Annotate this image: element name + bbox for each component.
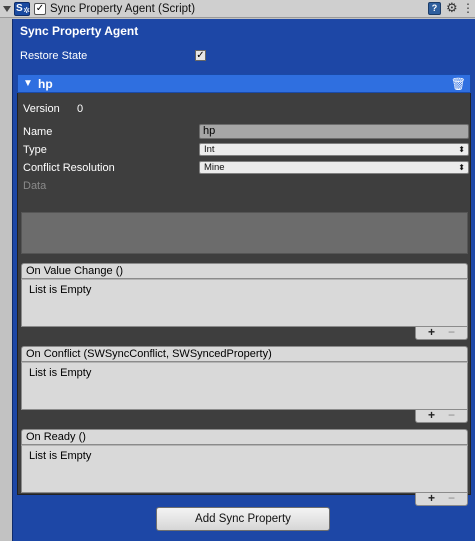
remove-listener-button[interactable]: − (448, 325, 455, 339)
dropdown-arrows-icon: ⬍ (458, 145, 465, 154)
event-list: List is Empty (21, 445, 468, 493)
version-label: Version (23, 103, 60, 115)
conflict-resolution-value: Mine (204, 162, 225, 173)
help-icon[interactable]: ? (428, 2, 441, 15)
on-conflict-event: On Conflict (SWSyncConflict, SWSyncedPro… (21, 346, 468, 423)
name-label: Name (23, 126, 53, 138)
data-field[interactable] (21, 212, 468, 254)
remove-listener-button[interactable]: − (448, 408, 455, 422)
property-element-name: hp (38, 77, 53, 91)
script-gear-icon: ✲ (23, 6, 30, 15)
event-footer: + − (415, 408, 468, 423)
type-dropdown-value: Int (204, 144, 215, 155)
event-header: On Ready () (21, 429, 468, 445)
conflict-resolution-dropdown[interactable]: Mine ⬍ (199, 161, 469, 174)
restore-state-checkbox[interactable]: ✓ (195, 50, 206, 61)
trash-icon[interactable]: 🗑 (451, 77, 466, 91)
sync-property-agent-panel: Sync Property Agent Restore State ✓ ▼ hp… (12, 19, 475, 541)
foldout-arrow-icon[interactable] (3, 6, 11, 12)
event-list: List is Empty (21, 362, 468, 410)
event-header: On Value Change () (21, 263, 468, 279)
event-header: On Conflict (SWSyncConflict, SWSyncedPro… (21, 346, 468, 362)
component-enabled-checkbox[interactable]: ✓ (34, 3, 46, 15)
script-icon: S ✲ (14, 2, 30, 16)
agent-title: Sync Property Agent (20, 24, 139, 38)
remove-listener-button[interactable]: − (448, 491, 455, 505)
script-icon-letter: S (16, 3, 23, 14)
version-value: 0 (77, 103, 84, 115)
add-listener-button[interactable]: + (428, 325, 435, 339)
property-element-body: Version 0 Name hp Type Int ⬍ Conflict Re… (17, 93, 471, 506)
add-sync-property-button[interactable]: Add Sync Property (156, 507, 330, 531)
conflict-resolution-label: Conflict Resolution (23, 162, 115, 174)
name-field[interactable]: hp (199, 124, 469, 139)
context-menu-icon[interactable]: ⋮ (462, 1, 474, 15)
restore-state-label: Restore State (20, 50, 88, 62)
event-list: List is Empty (21, 279, 468, 327)
event-footer: + − (415, 325, 468, 340)
dropdown-arrows-icon: ⬍ (458, 163, 465, 172)
property-element-header[interactable]: ▼ hp 🗑 (17, 74, 471, 93)
component-header: S ✲ ✓ Sync Property Agent (Script) ? ⚙ ⋮ (0, 0, 475, 18)
add-listener-button[interactable]: + (428, 491, 435, 505)
component-title: Sync Property Agent (Script) (50, 3, 196, 15)
settings-icon[interactable]: ⚙ (446, 0, 458, 16)
type-label: Type (23, 144, 47, 156)
on-value-change-event: On Value Change () List is Empty + − (21, 263, 468, 340)
expand-arrow-icon[interactable]: ▼ (23, 78, 33, 89)
data-label: Data (23, 180, 47, 192)
type-dropdown[interactable]: Int ⬍ (199, 143, 469, 156)
on-ready-event: On Ready () List is Empty + − (21, 429, 468, 506)
add-listener-button[interactable]: + (428, 408, 435, 422)
event-footer: + − (415, 491, 468, 506)
